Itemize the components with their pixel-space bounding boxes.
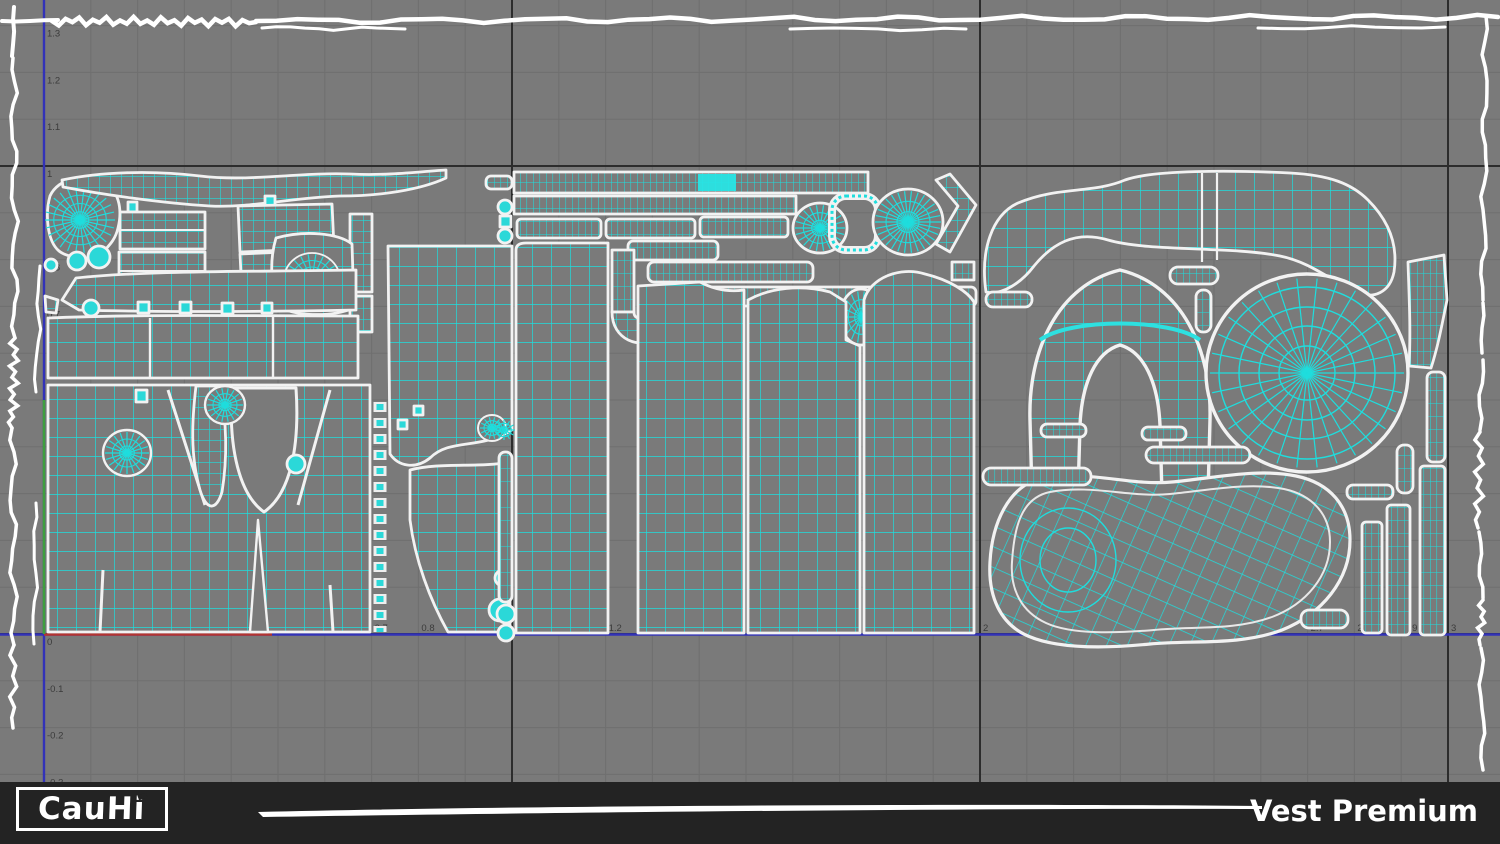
v-axis-label: -0.1 xyxy=(47,684,63,695)
uv-island-part[interactable] xyxy=(1301,610,1348,628)
uv-island-part[interactable] xyxy=(498,229,512,243)
uv-island-strap[interactable] xyxy=(612,250,634,312)
uv-island-part[interactable] xyxy=(45,296,58,313)
uv-island-part[interactable] xyxy=(628,241,718,260)
uv-island-panel1[interactable] xyxy=(516,243,608,633)
uv-island-bigrect[interactable] xyxy=(48,316,358,379)
uv-island-part[interactable] xyxy=(222,303,233,314)
uv-island-diagstrip[interactable] xyxy=(1408,255,1447,368)
logo-text: CauHi xyxy=(38,794,146,825)
uv-island-part[interactable] xyxy=(952,262,974,280)
uv-island-part[interactable] xyxy=(128,202,137,212)
v-axis-label: 1.3 xyxy=(47,29,60,40)
uv-island-part[interactable] xyxy=(486,176,512,189)
uv-island-part[interactable] xyxy=(517,219,601,238)
uv-island-part[interactable] xyxy=(1420,466,1445,635)
uv-island-part[interactable] xyxy=(700,217,788,237)
uv-island-part[interactable] xyxy=(1427,372,1445,462)
uv-island-part[interactable] xyxy=(606,219,695,238)
uv-tile-right[interactable] xyxy=(983,171,1447,647)
uv-island-part[interactable] xyxy=(138,302,149,313)
uv-island-part[interactable] xyxy=(68,252,86,270)
uv-canvas[interactable]: 00.10.20.30.40.50.60.70.80.911.11.21.31.… xyxy=(0,0,1500,782)
u-axis-label: 3 xyxy=(1451,623,1456,634)
u-axis-label: 2 xyxy=(983,623,988,634)
uv-island-part[interactable] xyxy=(1347,485,1393,499)
v-axis-label: 1.1 xyxy=(47,122,60,133)
u-axis-label: 1.2 xyxy=(609,623,622,634)
v-axis-label: 0 xyxy=(47,637,52,648)
uv-island-part[interactable] xyxy=(500,216,511,227)
uv-tile-left[interactable] xyxy=(45,170,512,632)
v-axis-label: 1.2 xyxy=(47,75,60,86)
v-axis-label: 1 xyxy=(47,169,52,180)
uv-island-part[interactable] xyxy=(287,455,305,473)
uv-island-part[interactable] xyxy=(1196,290,1211,332)
uv-island-part[interactable] xyxy=(83,300,99,316)
uv-tile-middle[interactable] xyxy=(493,172,976,641)
uv-island-belt2[interactable] xyxy=(514,196,796,214)
uv-island-band[interactable] xyxy=(62,270,356,312)
uv-island-part[interactable] xyxy=(88,246,110,268)
uv-island-part[interactable] xyxy=(398,420,407,429)
uv-island-part[interactable] xyxy=(499,452,512,602)
uv-island-panel3[interactable] xyxy=(748,288,860,633)
uv-island-part[interactable] xyxy=(262,303,272,313)
uv-island-part[interactable] xyxy=(45,259,57,271)
footer-bar: CauHi Vest Premium xyxy=(0,782,1500,844)
uv-island-part[interactable] xyxy=(497,605,515,623)
uv-island-part[interactable] xyxy=(180,302,191,313)
uv-island-part[interactable] xyxy=(1387,505,1410,635)
uv-island-part[interactable] xyxy=(1397,445,1413,493)
uv-island-part[interactable] xyxy=(986,292,1032,307)
uv-island-part[interactable] xyxy=(136,390,147,402)
product-title: Vest Premium xyxy=(1250,794,1478,828)
v-axis-label: -0.2 xyxy=(47,731,63,742)
u-axis-label: 0.8 xyxy=(421,623,434,634)
logo-cauhi: CauHi xyxy=(16,787,168,831)
uv-island-part[interactable] xyxy=(1142,427,1186,440)
uv-island-panel2[interactable] xyxy=(638,282,744,633)
uv-island-part[interactable] xyxy=(414,406,423,415)
uv-presentation-page: 00.10.20.30.40.50.60.70.80.911.11.21.31.… xyxy=(0,0,1500,844)
uv-island-part[interactable] xyxy=(1041,424,1086,437)
uv-island-panel4[interactable] xyxy=(864,272,974,633)
uv-island-belt1[interactable] xyxy=(514,172,868,193)
uv-island-part[interactable] xyxy=(1170,267,1218,284)
uv-island-part[interactable] xyxy=(498,200,512,214)
uv-island-part[interactable] xyxy=(498,625,514,641)
uv-island-part[interactable] xyxy=(1146,447,1250,463)
uv-island-part[interactable] xyxy=(1362,522,1382,633)
uv-island-part[interactable] xyxy=(648,262,813,282)
uv-island-part[interactable] xyxy=(983,468,1091,485)
uv-island-part[interactable] xyxy=(698,174,736,191)
